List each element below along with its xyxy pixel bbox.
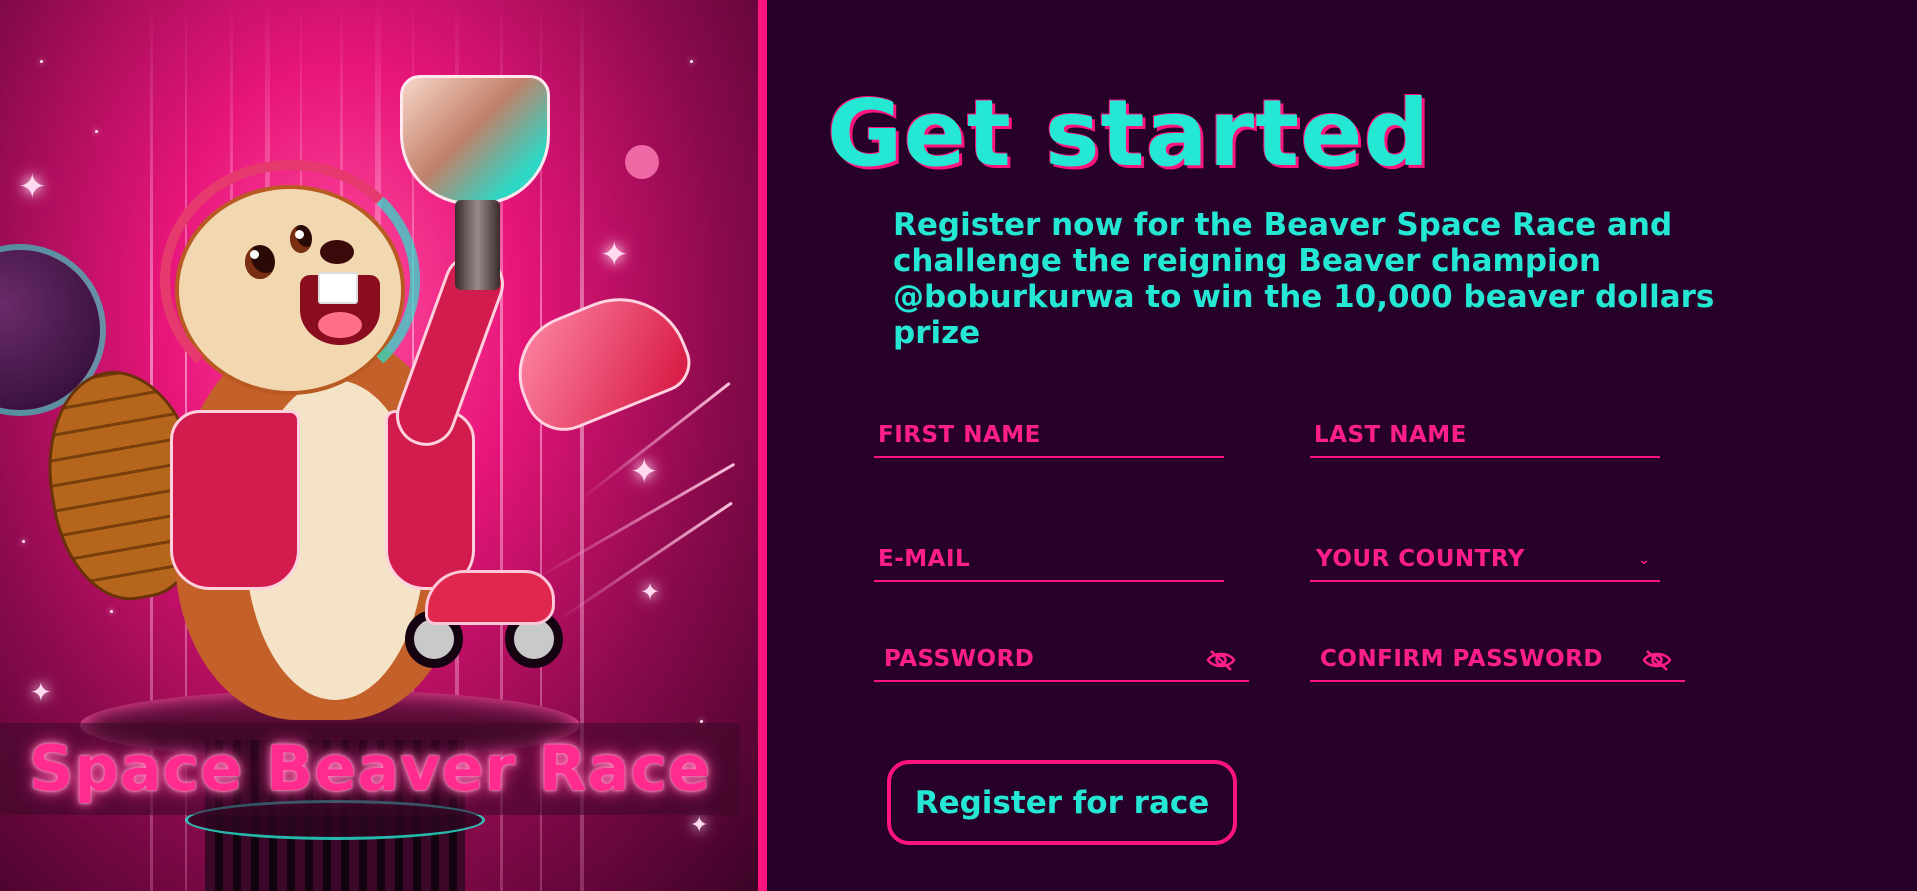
beaver-tongue [318, 312, 362, 338]
last-name-field[interactable]: LAST NAME [1310, 414, 1660, 458]
sparkle-icon: ✦ [630, 452, 659, 492]
beaver-eye [245, 245, 275, 279]
eye-slash-icon[interactable] [1641, 648, 1673, 672]
trophy-stem [455, 200, 500, 290]
last-name-placeholder: LAST NAME [1314, 422, 1467, 448]
password-field[interactable]: PASSWORD [874, 638, 1249, 682]
beaver-helmet [160, 160, 420, 400]
panel-divider [758, 0, 767, 891]
intro-text: Register now for the Beaver Space Race a… [893, 207, 1715, 351]
sparkle-icon: ✦ [18, 167, 47, 207]
hero-title: Space Beaver Race [28, 731, 712, 805]
beaver-nose [320, 240, 354, 264]
beaver-teeth [318, 272, 358, 304]
trophy-icon [400, 75, 550, 205]
email-field[interactable]: E-MAIL [874, 538, 1224, 582]
confirm-password-placeholder: CONFIRM PASSWORD [1320, 646, 1603, 672]
register-button[interactable]: Register for race [887, 760, 1237, 845]
motorcycle [405, 555, 570, 668]
country-placeholder: YOUR COUNTRY [1316, 546, 1525, 572]
beaver-eye [290, 225, 312, 253]
star [22, 540, 25, 543]
registration-form: Get started Register now for the Beaver … [767, 0, 1917, 891]
star [110, 610, 113, 613]
star [40, 60, 43, 63]
sparkle-icon: ✦ [640, 578, 661, 606]
confirm-password-field[interactable]: CONFIRM PASSWORD [1310, 638, 1685, 682]
password-placeholder: PASSWORD [884, 646, 1035, 672]
country-select[interactable]: YOUR COUNTRY ⌄ [1310, 538, 1660, 582]
email-placeholder: E-MAIL [878, 546, 971, 572]
star [95, 130, 98, 133]
sparkle-icon: ✦ [30, 678, 52, 708]
first-name-field[interactable]: FIRST NAME [874, 414, 1224, 458]
chevron-down-icon[interactable]: ⌄ [1638, 552, 1650, 568]
eye-slash-icon[interactable] [1205, 648, 1237, 672]
page-title: Get started [827, 80, 1431, 187]
sparkle-icon: ✦ [600, 235, 629, 275]
planet-small [625, 145, 659, 179]
first-name-placeholder: FIRST NAME [878, 422, 1041, 448]
hero-illustration: ✦ ✦ ✦ ✦ ✦ ✦ ✦ Space Beaver Race [0, 0, 758, 891]
sparkle-icon: ✦ [690, 813, 709, 838]
beaver-jacket-left [170, 410, 300, 590]
star [690, 60, 693, 63]
